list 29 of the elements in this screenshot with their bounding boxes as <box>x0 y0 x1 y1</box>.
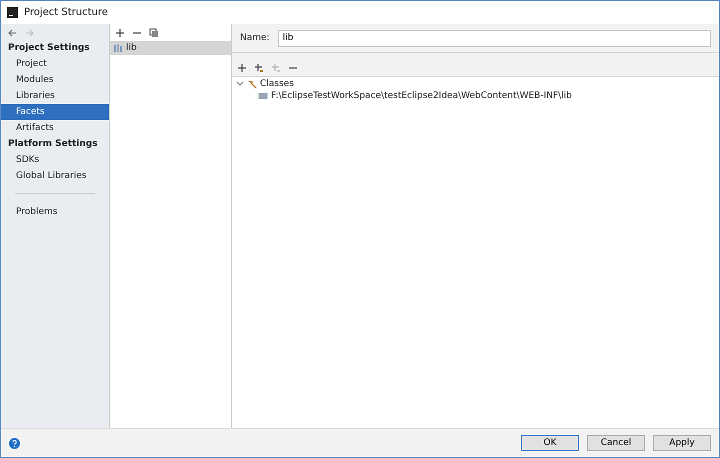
section-heading: Platform Settings <box>7 138 99 151</box>
library-item[interactable]: lib <box>110 41 231 55</box>
sidebar-item[interactable]: SDKs <box>1 152 109 168</box>
tree-node-label[interactable]: Classes <box>260 79 294 89</box>
dialog-button[interactable]: Apply <box>653 435 711 451</box>
help-icon <box>9 438 20 448</box>
app-icon <box>7 7 18 18</box>
library-icon <box>113 43 123 53</box>
folder-icon <box>258 91 268 101</box>
sidebar-item[interactable]: Facets <box>1 104 109 120</box>
back-arrow-icon <box>7 28 17 38</box>
copy-icon[interactable] <box>149 28 159 38</box>
tree-node-label[interactable]: F:\EclipseTestWorkSpace\testEclipse2Idea\WebContent\WEB-INF\lib <box>271 91 572 101</box>
dialog-button[interactable]: OK <box>521 435 579 451</box>
sidebar-item[interactable]: Project <box>1 56 109 72</box>
window-title: Project Structure <box>24 7 108 18</box>
hammer-icon <box>247 79 257 89</box>
name-label: Name: <box>240 33 270 43</box>
sidebar-item[interactable]: Artifacts <box>1 120 109 136</box>
sidebar-item[interactable]: Libraries <box>1 88 109 104</box>
dialog-button[interactable]: Cancel <box>587 435 645 451</box>
forward-arrow-icon <box>25 28 35 38</box>
name-field[interactable]: lib <box>278 30 711 46</box>
sidebar-item[interactable]: Problems <box>1 204 109 220</box>
add-icon[interactable] <box>115 28 125 38</box>
section-heading: Project Settings <box>7 42 91 55</box>
sidebar-item[interactable]: Global Libraries <box>1 168 109 184</box>
add-icon[interactable] <box>237 62 247 72</box>
sidebar-item[interactable]: Modules <box>1 72 109 88</box>
